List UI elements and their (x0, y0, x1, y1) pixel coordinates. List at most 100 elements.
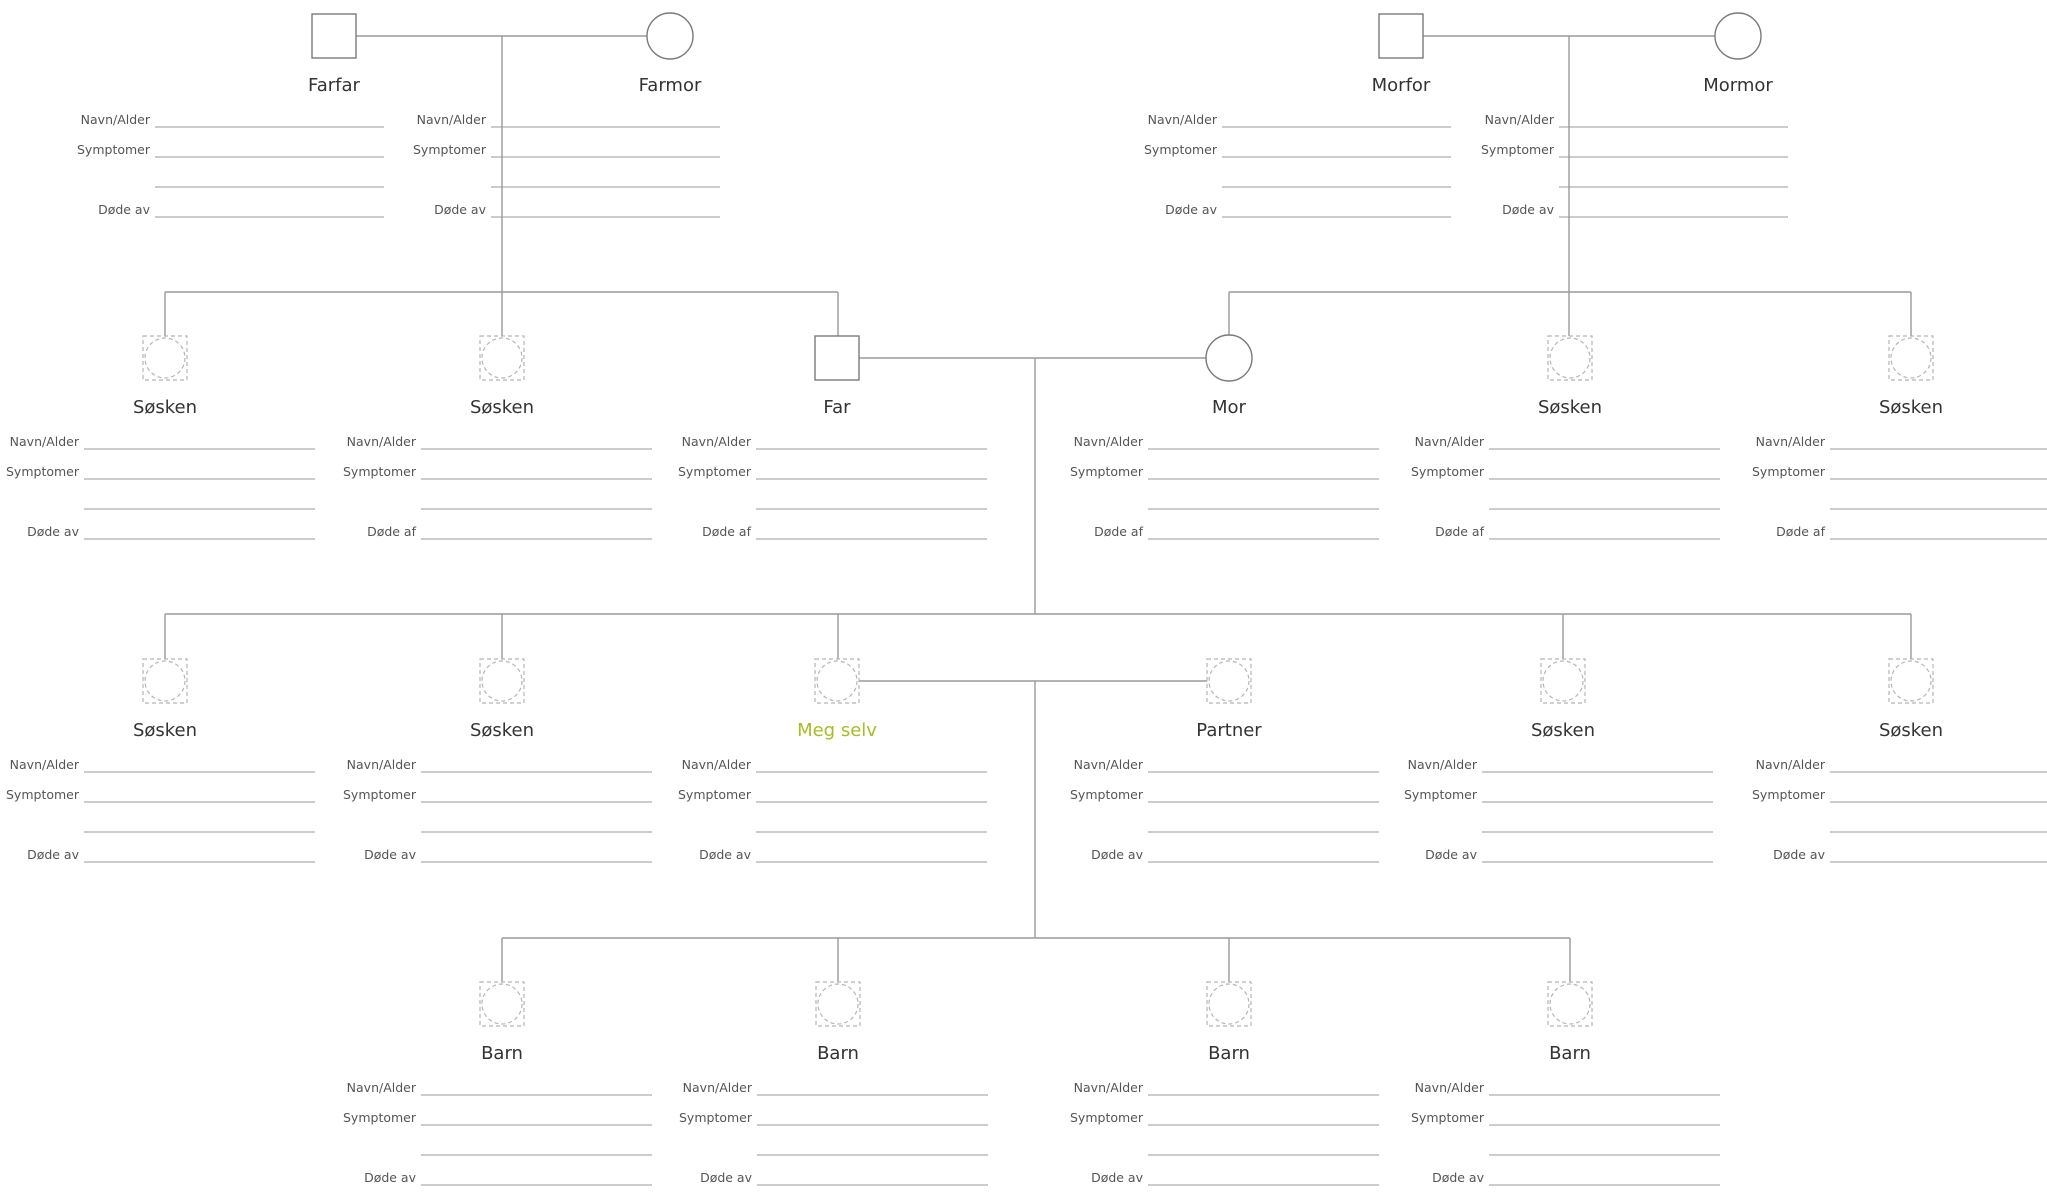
form-row: Navn/Alder (683, 1080, 988, 1096)
form-row: Døde av (27, 524, 315, 540)
male-square-icon (814, 335, 860, 381)
person-name: Barn (1549, 1043, 1591, 1064)
form-row: Døde av (364, 1170, 652, 1186)
field-label: Symptomer (679, 1110, 753, 1125)
male-square-icon (311, 13, 357, 59)
field-label: Døde av (1425, 847, 1478, 862)
person-child-4: Barn Navn/Alder Symptomer Døde av (1411, 981, 1720, 1186)
form-row: Symptomer (1404, 787, 1713, 803)
person-mormor: Mormor Navn/Alder Symptomer Døde av (1481, 12, 1788, 218)
form-row: Navn/Alder (682, 757, 987, 773)
form-row: Navn/Alder (1756, 757, 2047, 773)
form-row: Symptomer (678, 787, 987, 803)
field-label: Navn/Alder (1408, 757, 1478, 772)
female-circle-icon (1205, 334, 1253, 382)
form-row: Symptomer (343, 787, 652, 803)
person-sib-2: Søsken Navn/Alder Symptomer Døde av (343, 658, 652, 863)
field-label: Navn/Alder (417, 112, 487, 127)
field-label: Døde av (699, 847, 752, 862)
person-name: Søsken (133, 397, 197, 418)
form-row: Symptomer (1752, 464, 2047, 480)
field-label: Navn/Alder (1074, 757, 1144, 772)
field-label: Symptomer (343, 1110, 417, 1125)
form-row: Navn/Alder (347, 1080, 652, 1096)
form-row: Symptomer (343, 1110, 652, 1126)
field-label: Døde af (702, 524, 752, 539)
person-name: Søsken (470, 720, 534, 741)
person-name: Barn (481, 1043, 523, 1064)
person-mor: Mor Navn/Alder Symptomer Døde af (1070, 334, 1379, 540)
field-label: Symptomer (343, 787, 417, 802)
unknown-gender-icon (1888, 658, 1934, 704)
person-partner: Partner Navn/Alder Symptomer Døde av (1070, 658, 1379, 863)
field-label: Døde af (367, 524, 417, 539)
person-name: Søsken (1879, 720, 1943, 741)
form-row: Symptomer (1481, 142, 1788, 158)
person-name: Far (823, 397, 851, 418)
person-name: Meg selv (797, 720, 877, 741)
form-row: Navn/Alder (1415, 1080, 1720, 1096)
person-m-sib-1: Søsken Navn/Alder Symptomer Døde af (1411, 335, 1720, 540)
form-row: Symptomer (77, 142, 384, 158)
field-label: Døde av (700, 1170, 753, 1185)
unknown-gender-icon (142, 335, 188, 381)
field-label: Døde av (1432, 1170, 1485, 1185)
field-label: Døde av (1165, 202, 1218, 217)
form-row: Navn/Alder (1074, 757, 1379, 773)
person-farmor: Farmor Navn/Alder Symptomer Døde av (413, 12, 720, 218)
unknown-gender-icon (479, 981, 525, 1027)
field-label: Navn/Alder (347, 1080, 417, 1095)
form-row: Navn/Alder (1074, 434, 1379, 450)
form-row: Døde af (367, 524, 652, 540)
person-name: Søsken (1538, 397, 1602, 418)
form-row: Symptomer (1411, 464, 1720, 480)
person-name: Farfar (308, 75, 360, 96)
person-name: Partner (1196, 720, 1262, 741)
form-row: Navn/Alder (1485, 112, 1788, 128)
person-m-sib-2: Søsken Navn/Alder Symptomer Døde af (1752, 335, 2047, 540)
field-label: Symptomer (1070, 1110, 1144, 1125)
person-sib-1: Søsken Navn/Alder Symptomer Døde av (6, 658, 315, 863)
person-farfar: Farfar Navn/Alder Symptomer Døde av (77, 13, 384, 218)
unknown-gender-icon (814, 658, 860, 704)
field-label: Symptomer (1144, 142, 1218, 157)
form-row: Døde av (1425, 847, 1713, 863)
field-label: Navn/Alder (347, 757, 417, 772)
person-name: Morfor (1372, 75, 1431, 96)
field-label: Navn/Alder (1148, 112, 1218, 127)
form-row: Navn/Alder (347, 757, 652, 773)
connector-lines (164, 35, 1912, 984)
field-label: Symptomer (77, 142, 151, 157)
form-row: Symptomer (678, 464, 987, 480)
field-label: Døde af (1094, 524, 1144, 539)
form-row: Symptomer (1070, 1110, 1379, 1126)
field-label: Navn/Alder (682, 757, 752, 772)
form-row: Døde av (1091, 847, 1379, 863)
field-label: Symptomer (343, 464, 417, 479)
person-name: Barn (1208, 1043, 1250, 1064)
form-row: Døde af (1094, 524, 1379, 540)
form-row: Døde av (1091, 1170, 1379, 1186)
form-row: Symptomer (6, 787, 315, 803)
unknown-gender-icon (1547, 981, 1593, 1027)
unknown-gender-icon (479, 335, 525, 381)
unknown-gender-icon (1540, 658, 1586, 704)
form-row: Navn/Alder (1148, 112, 1451, 128)
field-label: Navn/Alder (10, 757, 80, 772)
person-morfor: Morfor Navn/Alder Symptomer Døde av (1144, 13, 1451, 218)
form-row: Symptomer (1411, 1110, 1720, 1126)
form-row: Navn/Alder (682, 434, 987, 450)
field-label: Symptomer (413, 142, 487, 157)
field-label: Døde av (364, 1170, 417, 1185)
form-row: Døde av (434, 202, 720, 218)
field-label: Døde av (98, 202, 151, 217)
field-label: Symptomer (1404, 787, 1478, 802)
field-label: Døde av (1773, 847, 1826, 862)
person-child-1: Barn Navn/Alder Symptomer Døde av (343, 981, 652, 1186)
field-label: Navn/Alder (1415, 434, 1485, 449)
person-child-3: Barn Navn/Alder Symptomer Døde av (1070, 981, 1379, 1186)
form-row: Døde av (1432, 1170, 1720, 1186)
form-row: Navn/Alder (417, 112, 720, 128)
field-label: Døde av (1502, 202, 1555, 217)
field-label: Symptomer (678, 787, 752, 802)
